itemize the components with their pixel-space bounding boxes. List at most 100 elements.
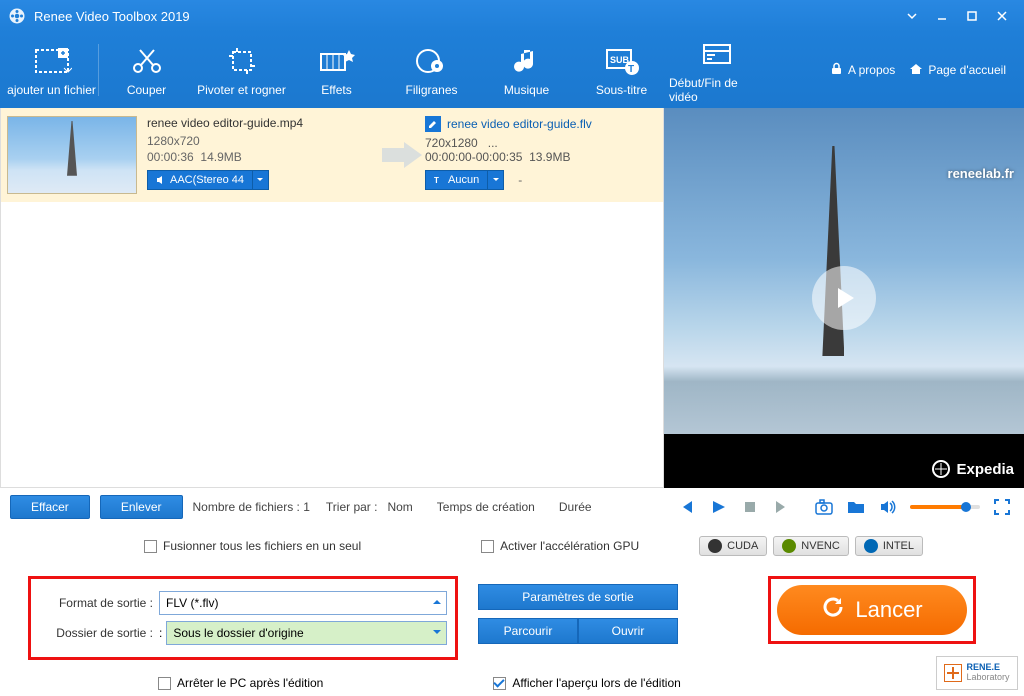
output-time-size: 00:00:00-00:00:35 13.9MB — [425, 150, 657, 164]
rotate-crop-button[interactable]: Pivoter et rogner — [194, 34, 289, 106]
gpu-accel-checkbox[interactable]: Activer l'accélération GPU — [481, 539, 639, 553]
toolbar-label: Effets — [321, 83, 351, 97]
main-toolbar: ajouter un fichier Couper Pivoter et rog… — [0, 32, 1024, 108]
add-file-button[interactable]: ajouter un fichier — [4, 34, 99, 106]
file-list: renee video editor-guide.mp4 1280x720 00… — [0, 108, 664, 488]
output-file-name: renee video editor-guide.flv — [447, 117, 592, 131]
sort-by-label: Trier par : — [326, 500, 378, 514]
output-settings-highlight: Format de sortie : FLV (*.flv) Dossier d… — [28, 576, 458, 660]
player-controls — [664, 488, 1024, 526]
output-format-select[interactable]: FLV (*.flv) — [159, 591, 447, 615]
watermark-button[interactable]: Filigranes — [384, 34, 479, 106]
edit-output-icon[interactable] — [425, 116, 441, 132]
preview-watermark: reneelab.fr — [948, 166, 1014, 181]
window-close-icon[interactable] — [988, 6, 1016, 26]
preview-brand: Expedia — [932, 460, 1014, 478]
sort-name[interactable]: Nom — [387, 500, 412, 514]
toolbar-label: Couper — [127, 83, 166, 97]
chevron-up-icon — [432, 596, 442, 610]
plus-icon — [944, 664, 962, 682]
output-folder-label: Dossier de sortie : — [39, 626, 159, 640]
toolbar-label: Filigranes — [405, 83, 457, 97]
stop-button[interactable] — [740, 497, 760, 517]
checkbox-icon — [481, 540, 494, 553]
window-dropdown-icon[interactable] — [898, 6, 926, 26]
music-button[interactable]: Musique — [479, 34, 574, 106]
gpu-brand-buttons: CUDA NVENC INTEL — [699, 536, 923, 556]
gpu-cuda-button[interactable]: CUDA — [699, 536, 767, 556]
titlebar: Renee Video Toolbox 2019 — [0, 0, 1024, 32]
volume-slider[interactable] — [910, 505, 980, 509]
music-note-icon — [512, 43, 542, 79]
arrow-icon — [379, 116, 425, 194]
brand-badge: RENE.ELaboratory — [936, 656, 1018, 690]
cut-button[interactable]: Couper — [99, 34, 194, 106]
file-row[interactable]: renee video editor-guide.mp4 1280x720 00… — [1, 108, 663, 202]
audio-track-select[interactable]: AAC(Stereo 44 — [147, 170, 269, 190]
home-icon — [909, 62, 923, 79]
output-params-button[interactable]: Paramètres de sortie — [478, 584, 678, 610]
merge-files-checkbox[interactable]: Fusionner tous les fichiers en un seul — [144, 539, 361, 553]
open-button[interactable]: Ouvrir — [578, 618, 678, 644]
toolbar-label: Pivoter et rogner — [197, 83, 286, 97]
file-count: Nombre de fichiers : 1 — [193, 500, 310, 514]
scissors-icon — [130, 43, 164, 79]
sort-duration[interactable]: Durée — [559, 500, 592, 514]
play-button[interactable] — [708, 497, 728, 517]
snapshot-button[interactable] — [814, 497, 834, 517]
output-resolution: 720x1280 ... — [425, 136, 657, 150]
svg-text:SUB: SUB — [610, 55, 630, 65]
next-button[interactable] — [772, 497, 792, 517]
toolbar-label: Début/Fin de vidéo — [669, 76, 764, 104]
input-resolution: 1280x720 — [147, 134, 379, 148]
intro-icon — [700, 36, 734, 72]
prev-button[interactable] — [676, 497, 696, 517]
effects-icon — [317, 43, 357, 79]
video-thumbnail — [7, 116, 137, 194]
effects-button[interactable]: Effets — [289, 34, 384, 106]
toolbar-label: Musique — [504, 83, 549, 97]
toolbar-label: ajouter un fichier — [7, 83, 96, 97]
app-logo-icon — [8, 7, 26, 25]
launch-button[interactable]: Lancer — [777, 585, 967, 635]
dash-text: - — [512, 173, 528, 187]
input-file-name: renee video editor-guide.mp4 — [147, 116, 379, 130]
show-preview-checkbox[interactable]: Afficher l'aperçu lors de l'édition — [493, 676, 680, 690]
subtitle-select[interactable]: TAucun — [425, 170, 504, 190]
about-link[interactable]: A propos — [830, 62, 895, 78]
shutdown-checkbox[interactable]: Arrêter le PC après l'édition — [158, 676, 323, 690]
launch-highlight: Lancer — [768, 576, 976, 644]
output-format-label: Format de sortie : — [39, 596, 159, 610]
video-preview[interactable]: reneelab.fr Expedia — [664, 108, 1024, 488]
play-overlay-icon[interactable] — [812, 266, 876, 330]
chevron-down-icon — [252, 171, 268, 189]
svg-text:T: T — [628, 64, 634, 75]
sort-ctime[interactable]: Temps de création — [437, 500, 535, 514]
window-maximize-icon[interactable] — [958, 6, 986, 26]
checkbox-checked-icon — [493, 677, 506, 690]
toolbar-label: Sous-titre — [596, 83, 647, 97]
fullscreen-button[interactable] — [992, 497, 1012, 517]
window-minimize-icon[interactable] — [928, 6, 956, 26]
chevron-down-icon — [432, 626, 442, 640]
gpu-nvenc-button[interactable]: NVENC — [773, 536, 849, 556]
input-time-size: 00:00:36 14.9MB — [147, 150, 379, 164]
refresh-icon — [821, 595, 845, 625]
output-folder-select[interactable]: Sous le dossier d'origine — [166, 621, 447, 645]
browse-button[interactable]: Parcourir — [478, 618, 578, 644]
clear-button[interactable]: Effacer — [10, 495, 90, 519]
remove-button[interactable]: Enlever — [100, 495, 183, 519]
subtitle-button[interactable]: SUBT Sous-titre — [574, 34, 669, 106]
open-folder-button[interactable] — [846, 497, 866, 517]
checkbox-icon — [144, 540, 157, 553]
volume-icon[interactable] — [878, 497, 898, 517]
gpu-intel-button[interactable]: INTEL — [855, 536, 923, 556]
lock-icon — [830, 62, 843, 78]
add-file-icon — [32, 43, 72, 79]
app-title: Renee Video Toolbox 2019 — [34, 9, 898, 24]
home-link[interactable]: Page d'accueil — [909, 62, 1006, 79]
intro-outro-button[interactable]: Début/Fin de vidéo — [669, 34, 764, 106]
subtitle-icon: SUBT — [604, 43, 640, 79]
watermark-icon — [415, 43, 449, 79]
checkbox-icon — [158, 677, 171, 690]
